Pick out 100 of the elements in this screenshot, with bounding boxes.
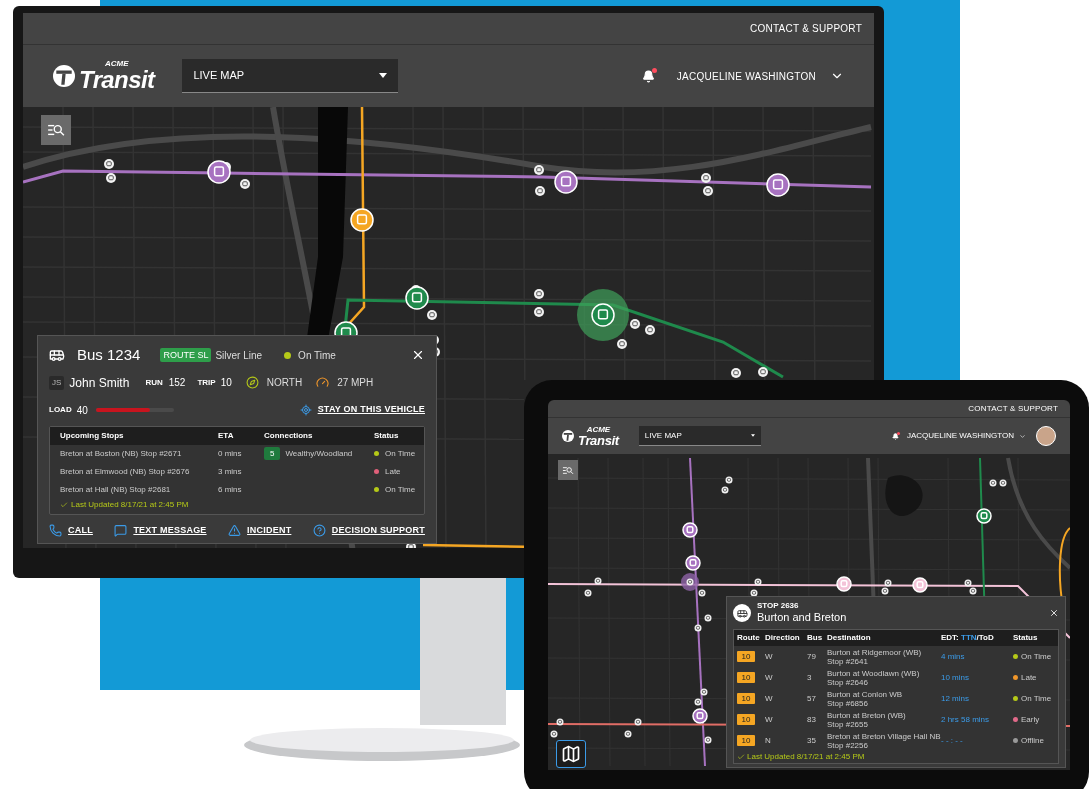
run-label: RUN (145, 376, 163, 389)
contact-support-link[interactable]: CONTACT & SUPPORT (968, 402, 1058, 415)
status-label: On Time (385, 447, 416, 460)
destination-name: Burton at Ridgemoor (WB) (827, 647, 923, 657)
compass-icon (245, 376, 259, 389)
bus-number: 79 (807, 650, 817, 663)
status-label: Offline (1021, 734, 1044, 747)
destination-stop: Stop #2641 (827, 656, 868, 666)
destination-stop: Stop #6856 (827, 698, 869, 708)
checkmark-icon (60, 500, 68, 509)
destination-stop: Stop #2256 (827, 740, 869, 750)
notification-bell-icon[interactable] (641, 69, 655, 83)
arrival-time: 12 mins (941, 692, 970, 705)
notification-bell-icon[interactable] (891, 432, 899, 440)
eta-value: 6 mins (218, 483, 243, 496)
status-label: Early (1021, 713, 1040, 726)
direction-value: W (765, 713, 774, 726)
status-label: On Time (385, 483, 416, 496)
heading-value: NORTH (266, 376, 303, 390)
column-header: Status (374, 429, 400, 442)
status-label: Late (1021, 671, 1037, 684)
checkmark-icon (737, 753, 745, 761)
column-header: ETA (218, 429, 235, 442)
bus-number: 57 (807, 692, 817, 705)
load-value: 40 (76, 403, 88, 418)
arrival-time: 10 mins (941, 671, 970, 684)
caret-icon (750, 434, 755, 437)
speedometer-icon (316, 376, 330, 389)
bus-number: 83 (807, 713, 817, 726)
search-filter-button[interactable] (41, 115, 71, 145)
direction-value: N (765, 734, 772, 747)
status-label: On Time (298, 348, 336, 363)
connection-route-badge: 5 (264, 447, 281, 460)
driver-name: John Smith (69, 374, 130, 392)
arrival-time: 4 mins (941, 650, 966, 663)
route-badge: 10 (737, 714, 755, 725)
stop-name: Breton at Hall (NB) Stop #2681 (60, 483, 172, 496)
direction-value: W (765, 671, 774, 684)
stop-name: Breton at Elmwood (NB) Stop #2676 (60, 465, 191, 478)
direction-value: W (765, 692, 774, 705)
column-header: Destination (827, 632, 872, 644)
map-icon (561, 744, 581, 764)
column-header: Route (737, 632, 761, 644)
close-icon[interactable] (1049, 608, 1059, 619)
caret-icon (379, 73, 388, 78)
route-badge: 10 (737, 693, 755, 704)
arrival-time: 2 hrs 58 mins (941, 713, 991, 726)
route-name: Silver Line (215, 348, 263, 363)
load-label: LOAD (49, 404, 72, 416)
locate-icon (299, 404, 312, 416)
column-header: Status (1013, 632, 1039, 644)
logo-text: Transit (79, 68, 155, 92)
vehicle-title: Bus 1234 (77, 345, 141, 365)
column-header: EDT: TTN/ToD (941, 632, 995, 644)
phone-icon (49, 523, 62, 537)
logo-small-text: ACME (586, 425, 611, 434)
map-layers-button[interactable] (556, 740, 586, 768)
destination-stop: Stop #2646 (827, 677, 869, 687)
destination-name: Burton at Conlon WB (827, 689, 904, 699)
bus-stop-icon (733, 604, 751, 623)
user-menu-button[interactable]: JACQUELINE WASHINGTON (906, 430, 1026, 442)
logo-icon (53, 65, 75, 87)
route-badge: 10 (737, 651, 755, 662)
eta-value: 3 mins (218, 465, 243, 478)
action-link[interactable]: DECISION SUPPORT (331, 523, 425, 537)
speed-value: 27 MPH (337, 376, 374, 390)
bus-number: 35 (807, 734, 817, 747)
user-menu-button[interactable]: JACQUELINE WASHINGTON (676, 68, 844, 84)
view-dropdown[interactable]: LIVE MAP (182, 59, 399, 93)
last-updated-text: Last Updated 8/17/21 at 2:45 PM (747, 751, 865, 763)
trip-label: TRIP (197, 376, 216, 389)
destination-name: Breton at Breton Village Hall NB (827, 731, 941, 741)
action-link[interactable]: TEXT MESSAGE (133, 523, 207, 537)
trip-number: 10 (220, 376, 232, 390)
destination-name: Burton at Woodlawn (WB) (827, 668, 921, 678)
column-header: Bus (807, 632, 824, 644)
search-filter-icon (562, 465, 574, 475)
column-header: Direction (765, 632, 801, 644)
column-header: Upcoming Stops (60, 429, 125, 442)
action-link[interactable]: CALL (68, 523, 93, 537)
connection-name: Wealthy/Woodland (285, 447, 353, 460)
action-link[interactable]: INCIDENT (247, 523, 292, 537)
search-filter-button[interactable] (558, 460, 578, 480)
bus-number: 3 (807, 671, 813, 684)
driver-initials: JS (49, 375, 65, 390)
status-label: On Time (1021, 650, 1052, 663)
logo-small-text: ACME (104, 60, 129, 68)
warning-icon (228, 523, 242, 537)
last-updated-text: Last Updated 8/17/21 at 2:45 PM (71, 498, 189, 511)
stop-number: STOP 2636 (757, 601, 800, 612)
destination-name: Burton at Breton (WB) (827, 710, 907, 720)
logo-icon (562, 430, 574, 442)
stay-on-vehicle-link[interactable]: STAY ON THIS VEHICLE (317, 403, 425, 417)
contact-support-link[interactable]: CONTACT & SUPPORT (749, 21, 862, 36)
route-badge: ROUTE SL (160, 348, 212, 363)
view-dropdown[interactable]: LIVE MAP (638, 426, 761, 446)
arrival-time: - - : - - (941, 734, 964, 747)
column-header: Connections (264, 429, 314, 442)
eta-value: 0 mins (218, 447, 243, 460)
stop-name: Breton at Boston (NB) Stop #2671 (60, 447, 183, 460)
